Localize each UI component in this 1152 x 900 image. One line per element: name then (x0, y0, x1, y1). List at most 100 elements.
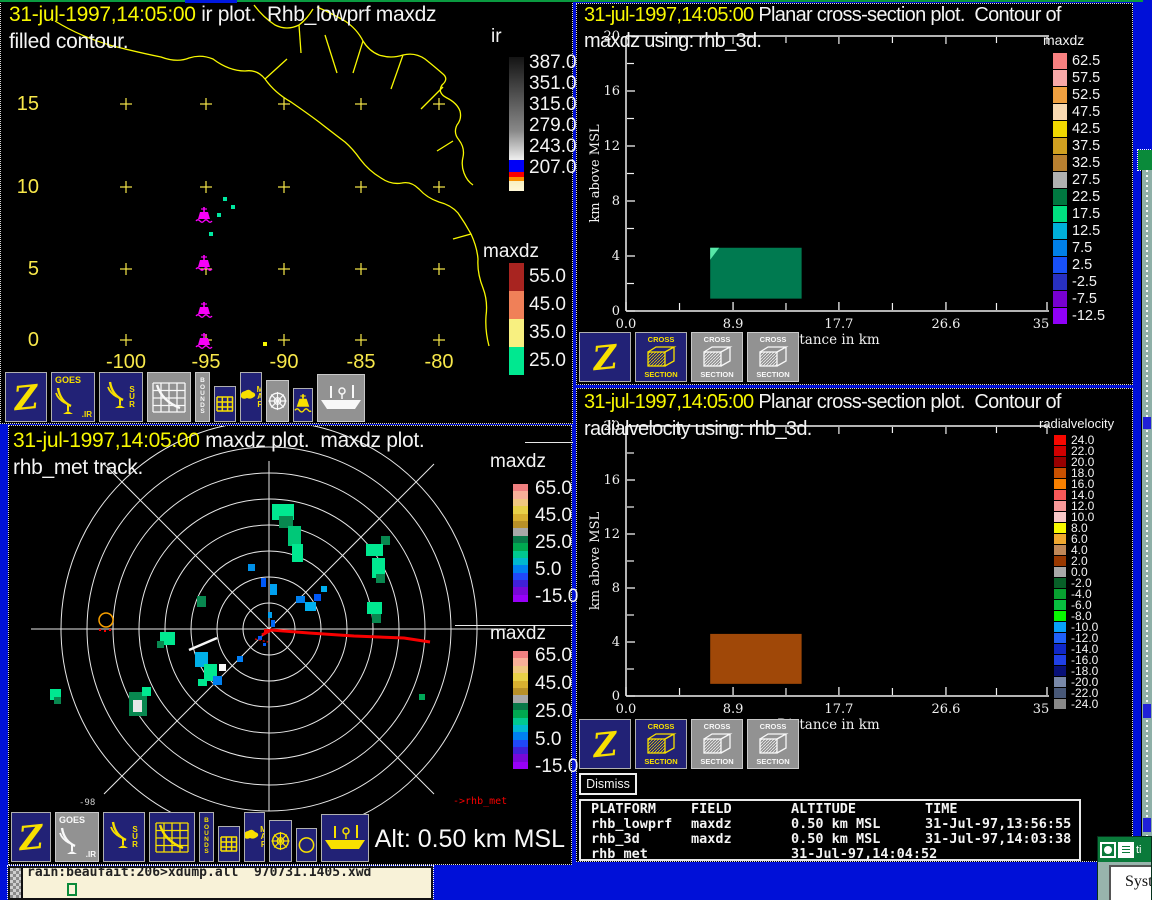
radar-echo (366, 544, 383, 556)
colorbar-tick-label: 45.0 (535, 673, 572, 695)
optics-wheel-button[interactable] (269, 820, 292, 862)
radar-plot[interactable] (9, 426, 573, 815)
terminal-window[interactable]: rain:beaufait:206>xdump.all 970731.1405.… (8, 866, 433, 900)
svg-text:12: 12 (603, 527, 620, 542)
globe-icon (244, 828, 260, 846)
satellite-dish-icon (55, 387, 75, 420)
svg-text:26.6: 26.6 (931, 317, 960, 332)
grid-small-button[interactable] (214, 386, 236, 422)
goes-ir-button[interactable]: GOES.IR (55, 812, 99, 862)
cross-section-button-active[interactable]: CROSSSECTION (635, 719, 687, 769)
radar-echo (142, 687, 151, 696)
colorbar-row: 7.5 (1053, 239, 1092, 256)
sur-radar-button[interactable]: SUR (99, 372, 143, 422)
buoy-button[interactable] (293, 388, 313, 422)
colorbar-row: 17.5 (1053, 205, 1100, 222)
radar-echo (314, 594, 321, 601)
table-row: rhb_3dmaxdz0.50 km MSL31-Jul-97,14:03:38 (591, 832, 1079, 847)
svg-text:8.9: 8.9 (723, 702, 744, 717)
colorbar-row: 2.5 (1053, 256, 1092, 273)
radar-echo (367, 602, 382, 614)
table-row: rhb_lowprfmaxdz0.50 km MSL31-Jul-97,13:5… (591, 817, 1079, 832)
background-window-scrollbar[interactable] (1141, 170, 1152, 838)
radar-toolbar: ZGOES.IRSUR BOUNDS MAP (11, 812, 369, 862)
zeb-logo-button[interactable]: Z (5, 372, 47, 422)
radar-echo (258, 636, 262, 640)
bounds-button[interactable]: BOUNDS (195, 372, 210, 422)
cross-section-button[interactable]: CROSSSECTION (691, 332, 743, 382)
zeb-logo-icon: Z (591, 336, 619, 377)
svg-text:4: 4 (612, 635, 620, 650)
svg-text:8: 8 (612, 194, 620, 209)
table-header-row: PLATFORMFIELDALTITUDETIME (591, 802, 1079, 817)
longitude-tick-label: -90 (270, 351, 299, 374)
circle-button[interactable] (296, 828, 317, 862)
sur-radar-button[interactable]: SUR (103, 812, 145, 862)
svg-text:17.7: 17.7 (824, 317, 853, 332)
radar-echo (261, 578, 266, 587)
colorbar-row: 42.5 (1053, 120, 1100, 137)
zeb-logo-button[interactable]: Z (579, 332, 631, 382)
radialvelocity-colorbar-title: radialvelocity (1039, 416, 1114, 431)
cross-section-plot-maxdz[interactable]: 0481216200.08.917.726.635Distance in kmk… (577, 4, 1134, 354)
radar-echo (321, 586, 327, 592)
radar-grid-button[interactable] (147, 372, 191, 422)
globe-icon (240, 388, 257, 406)
grid-small-button[interactable] (218, 826, 240, 862)
cross-section-button-active[interactable]: CROSSSECTION (635, 332, 687, 382)
colorbar (513, 651, 528, 769)
longitude-tick-label: -100 (106, 351, 146, 374)
colorbar-row: -24.0 (1054, 698, 1098, 709)
xs-bot-title2: radialvelocity using: rhb_3d. (584, 418, 812, 441)
colorbar-row: -12.5 (1053, 307, 1105, 324)
colorbar-tick-label: 65.0 (535, 645, 572, 667)
bounds-button[interactable]: BOUNDS (199, 812, 214, 862)
colorbar (513, 484, 528, 602)
goes-ir-button[interactable]: GOES.IR (51, 372, 95, 422)
colorbar-row: 52.5 (1053, 86, 1100, 103)
rhb-met-track-label: ->rhb_met (453, 796, 507, 807)
radar-echo (268, 612, 272, 618)
ir-panel-title: 31-jul-1997,14:05:00 ir plot. Rhb_lowprf… (9, 3, 436, 27)
svg-text:12: 12 (603, 139, 620, 154)
window-menu-icon[interactable] (1100, 842, 1116, 858)
radar-echo (305, 602, 316, 611)
maxdz-colorbar-title: maxdz (1043, 32, 1084, 48)
cross-section-button[interactable]: CROSSSECTION (691, 719, 743, 769)
colorbar-tick-label: 279.0 (529, 115, 577, 137)
terminal-scrollbar[interactable] (10, 868, 23, 898)
svg-text:4: 4 (612, 249, 620, 264)
system-window-titlebar[interactable]: ti (1098, 837, 1151, 862)
radar-grid-button[interactable] (149, 812, 195, 862)
map-button[interactable]: MAP (240, 372, 262, 422)
svg-text:0.0: 0.0 (616, 317, 637, 332)
radar-panel-title: 31-jul-1997,14:05:00 maxdz plot. maxdz p… (13, 429, 424, 453)
xs-bot-title: 31-jul-1997,14:05:00 Planar cross-sectio… (584, 391, 1061, 414)
radar-echo (296, 596, 305, 603)
radar-echo (271, 620, 275, 627)
dismiss-button[interactable]: Dismiss (579, 773, 637, 795)
map-button[interactable]: MAP (244, 812, 265, 862)
svg-text:8: 8 (612, 581, 620, 596)
colorbar-tick-label: 65.0 (535, 478, 572, 500)
radar-echo (133, 700, 142, 712)
zeb-logo-button[interactable]: Z (11, 812, 51, 862)
ship-button[interactable] (321, 814, 369, 862)
svg-text:17.7: 17.7 (824, 702, 853, 717)
colorbar-tick-label: 25.0 (535, 701, 572, 723)
zeb-logo-icon: Z (591, 723, 619, 764)
svg-text:0.0: 0.0 (616, 702, 637, 717)
ship-button[interactable] (317, 374, 365, 422)
azimuth-label: -98 (79, 798, 95, 808)
ir-plot-panel: 31-jul-1997,14:05:00 ir plot. Rhb_lowprf… (0, 0, 573, 424)
xs-top-title2: maxdz using: rhb_3d. (584, 30, 761, 53)
cross-section-button[interactable]: CROSSSECTION (747, 332, 799, 382)
cross-section-button[interactable]: CROSSSECTION (747, 719, 799, 769)
zeb-logo-button[interactable]: Z (579, 719, 631, 769)
document-icon[interactable] (1118, 842, 1134, 858)
colorbar-tick-label: 25.0 (535, 532, 572, 554)
optics-wheel-button[interactable] (266, 380, 289, 422)
latitude-tick-label: 10 (9, 176, 39, 199)
terminal-cursor (67, 883, 77, 896)
system-window[interactable]: ti Syste (1097, 836, 1152, 900)
